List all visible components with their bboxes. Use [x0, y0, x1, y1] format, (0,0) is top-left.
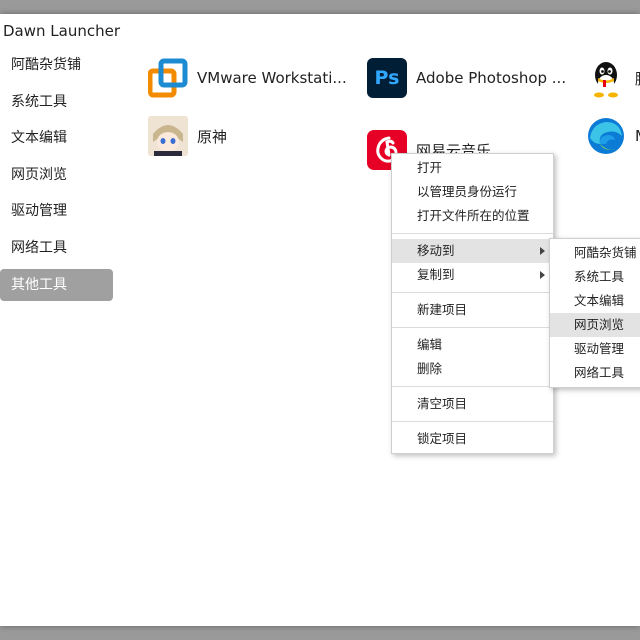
- menu-item-move-to[interactable]: 移动到: [392, 239, 553, 263]
- app-label: 原神: [197, 127, 228, 146]
- menu-divider: [392, 292, 553, 293]
- menu-item-run-as-admin[interactable]: 以管理员身份运行: [392, 180, 553, 204]
- menu-item-lock-items[interactable]: 锁定项目: [392, 427, 553, 451]
- submenu-item-akuzahuopu[interactable]: 阿酷杂货铺: [550, 241, 640, 265]
- window-title: Dawn Launcher: [3, 22, 120, 40]
- launcher-window: Dawn Launcher 阿酷杂货铺 系统工具 文本编辑 网页浏览 驱动管理 …: [0, 14, 640, 626]
- app-genshin[interactable]: 原神: [148, 116, 227, 156]
- edge-icon: [586, 116, 626, 156]
- photoshop-icon: Ps: [367, 58, 407, 98]
- menu-divider: [392, 233, 553, 234]
- menu-divider: [392, 421, 553, 422]
- submenu-item-text-editing[interactable]: 文本编辑: [550, 289, 640, 313]
- app-photoshop[interactable]: Ps Adobe Photoshop ...: [367, 58, 566, 98]
- sidebar-item-network-tools[interactable]: 网络工具: [0, 232, 113, 264]
- sidebar-item-other-tools[interactable]: 其他工具: [0, 268, 113, 301]
- sidebar: 阿酷杂货铺 系统工具 文本编辑 网页浏览 驱动管理 网络工具 其他工具: [0, 49, 126, 305]
- submenu-item-driver-management[interactable]: 驱动管理: [550, 337, 640, 361]
- move-to-submenu: 阿酷杂货铺 系统工具 文本编辑 网页浏览 驱动管理 网络工具: [549, 238, 640, 388]
- menu-item-copy-to[interactable]: 复制到: [392, 263, 553, 287]
- app-label: VMware Workstati...: [197, 69, 347, 87]
- submenu-item-system-tools[interactable]: 系统工具: [550, 265, 640, 289]
- app-vmware[interactable]: VMware Workstati...: [148, 58, 347, 98]
- chevron-right-icon: [540, 247, 545, 255]
- app-qq[interactable]: 腾: [586, 58, 640, 98]
- menu-item-open[interactable]: 打开: [392, 156, 553, 180]
- app-label: M: [635, 127, 640, 145]
- menu-item-label: 复制到: [417, 267, 455, 282]
- sidebar-item-web-browsing[interactable]: 网页浏览: [0, 159, 113, 191]
- qq-icon: [586, 58, 626, 98]
- context-menu: 打开 以管理员身份运行 打开文件所在的位置 移动到 复制到 新建项目 编辑 删除…: [391, 153, 554, 454]
- menu-item-new-item[interactable]: 新建项目: [392, 298, 553, 322]
- menu-divider: [392, 386, 553, 387]
- submenu-item-network-tools[interactable]: 网络工具: [550, 361, 640, 385]
- menu-item-edit[interactable]: 编辑: [392, 333, 553, 357]
- sidebar-item-system-tools[interactable]: 系统工具: [0, 86, 113, 118]
- menu-item-clear-items[interactable]: 清空项目: [392, 392, 553, 416]
- chevron-right-icon: [540, 271, 545, 279]
- genshin-icon: [148, 116, 188, 156]
- submenu-item-web-browsing[interactable]: 网页浏览: [550, 313, 640, 337]
- app-edge[interactable]: M: [586, 116, 640, 156]
- menu-item-open-file-location[interactable]: 打开文件所在的位置: [392, 204, 553, 228]
- sidebar-item-text-editing[interactable]: 文本编辑: [0, 122, 113, 154]
- menu-item-label: 移动到: [417, 243, 455, 258]
- app-label: 腾: [635, 68, 640, 89]
- menu-item-delete[interactable]: 删除: [392, 357, 553, 381]
- app-label: Adobe Photoshop ...: [416, 69, 567, 87]
- menu-divider: [392, 327, 553, 328]
- vmware-icon: [148, 58, 188, 98]
- sidebar-item-driver-management[interactable]: 驱动管理: [0, 195, 113, 227]
- sidebar-item-akuzahuopu[interactable]: 阿酷杂货铺: [0, 49, 113, 81]
